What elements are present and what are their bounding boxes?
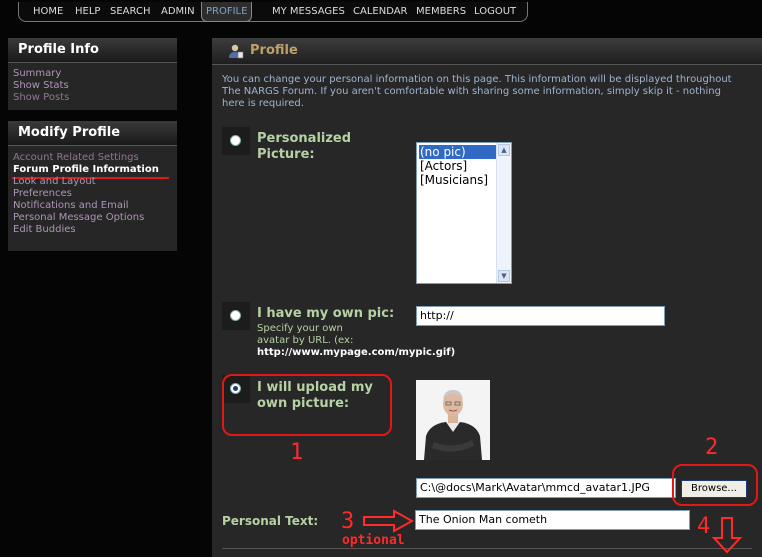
own-pic-help: Specify your own avatar by URL. (ex: bbox=[257, 323, 354, 346]
picture-option-actors[interactable]: [Actors] bbox=[420, 159, 467, 173]
nav-home[interactable]: HOME bbox=[33, 2, 63, 21]
personal-text-label: Personal Text: bbox=[222, 514, 319, 528]
nav-admin[interactable]: ADMIN bbox=[161, 2, 195, 21]
modify-profile-title: Modify Profile bbox=[18, 125, 121, 140]
annotation-step-3: 3 bbox=[341, 509, 355, 534]
nav-calendar[interactable]: CALENDAR bbox=[353, 2, 408, 21]
section-divider bbox=[222, 548, 752, 549]
upload-file-path-input[interactable]: C:\@docs\Mark\Avatar\mmcd_avatar1.JPG bbox=[416, 478, 676, 498]
nav-help[interactable]: HELP bbox=[75, 2, 100, 21]
modify-profile-panel: Modify Profile Account Related Settings … bbox=[8, 121, 177, 251]
modify-profile-header: Modify Profile bbox=[8, 121, 177, 146]
profile-info-header: Profile Info bbox=[8, 38, 177, 63]
nav-logout[interactable]: LOGOUT bbox=[474, 2, 516, 21]
nav-my-messages[interactable]: MY MESSAGES bbox=[272, 2, 345, 21]
link-notifications[interactable]: Notifications and Email bbox=[13, 200, 129, 211]
annotation-step-2: 2 bbox=[705, 435, 719, 460]
annotation-step-1: 1 bbox=[290, 440, 304, 465]
link-look-layout[interactable]: Look and Layout Preferences bbox=[13, 176, 123, 200]
nav-search[interactable]: SEARCH bbox=[110, 2, 150, 21]
link-summary[interactable]: Summary bbox=[13, 68, 61, 79]
link-forum-profile-info[interactable]: Forum Profile Information bbox=[13, 164, 159, 175]
personalized-picture-label: Personalized Picture: bbox=[257, 131, 352, 162]
radio-personalized-picture[interactable] bbox=[230, 135, 241, 146]
radio-own-pic[interactable] bbox=[230, 310, 241, 321]
nav-profile[interactable]: PROFILE bbox=[201, 2, 253, 22]
link-show-stats[interactable]: Show Stats bbox=[13, 80, 69, 91]
avatar-url-input[interactable]: http:// bbox=[416, 306, 665, 326]
profile-info-panel: Profile Info Summary Show Stats Show Pos… bbox=[8, 38, 177, 110]
scroll-up-icon[interactable]: ▲ bbox=[498, 144, 510, 156]
personal-text-input[interactable]: The Onion Man cometh bbox=[415, 510, 690, 530]
nav-members[interactable]: MEMBERS bbox=[416, 2, 466, 21]
picture-option-musicians[interactable]: [Musicians] bbox=[420, 173, 488, 187]
picture-list-scrollbar[interactable]: ▲ ▼ bbox=[496, 143, 511, 283]
link-edit-buddies[interactable]: Edit Buddies bbox=[13, 224, 76, 235]
intro-text: You can change your personal information… bbox=[222, 74, 732, 109]
picture-list-select[interactable]: (no pic) [Actors] [Musicians] ▲ ▼ bbox=[416, 142, 512, 284]
scroll-down-icon[interactable]: ▼ bbox=[498, 270, 510, 282]
annotation-box-browse bbox=[672, 464, 758, 506]
own-pic-label: I have my own pic: bbox=[257, 306, 395, 321]
link-show-posts[interactable]: Show Posts bbox=[13, 92, 69, 103]
arrow-right-icon bbox=[363, 509, 414, 533]
link-pm-options[interactable]: Personal Message Options bbox=[13, 212, 144, 223]
annotation-step-4: 4 bbox=[697, 514, 711, 539]
avatar-preview-image bbox=[416, 380, 490, 460]
annotation-optional: optional bbox=[342, 533, 405, 548]
top-nav-bar: HOME HELP SEARCH ADMIN PROFILE MY MESSAG… bbox=[18, 2, 528, 22]
profile-info-title: Profile Info bbox=[18, 42, 99, 57]
arrow-down-icon bbox=[712, 517, 742, 554]
link-account-settings[interactable]: Account Related Settings bbox=[13, 152, 139, 163]
annotation-box-upload bbox=[222, 374, 392, 436]
avatar-photo bbox=[416, 380, 490, 460]
own-pic-example: http://www.mypage.com/mypic.gif) bbox=[257, 347, 456, 358]
picture-option-no-pic[interactable]: (no pic) bbox=[419, 145, 498, 159]
page-title: Profile bbox=[250, 43, 298, 58]
user-icon bbox=[229, 44, 244, 59]
profile-header: Profile bbox=[212, 38, 762, 65]
